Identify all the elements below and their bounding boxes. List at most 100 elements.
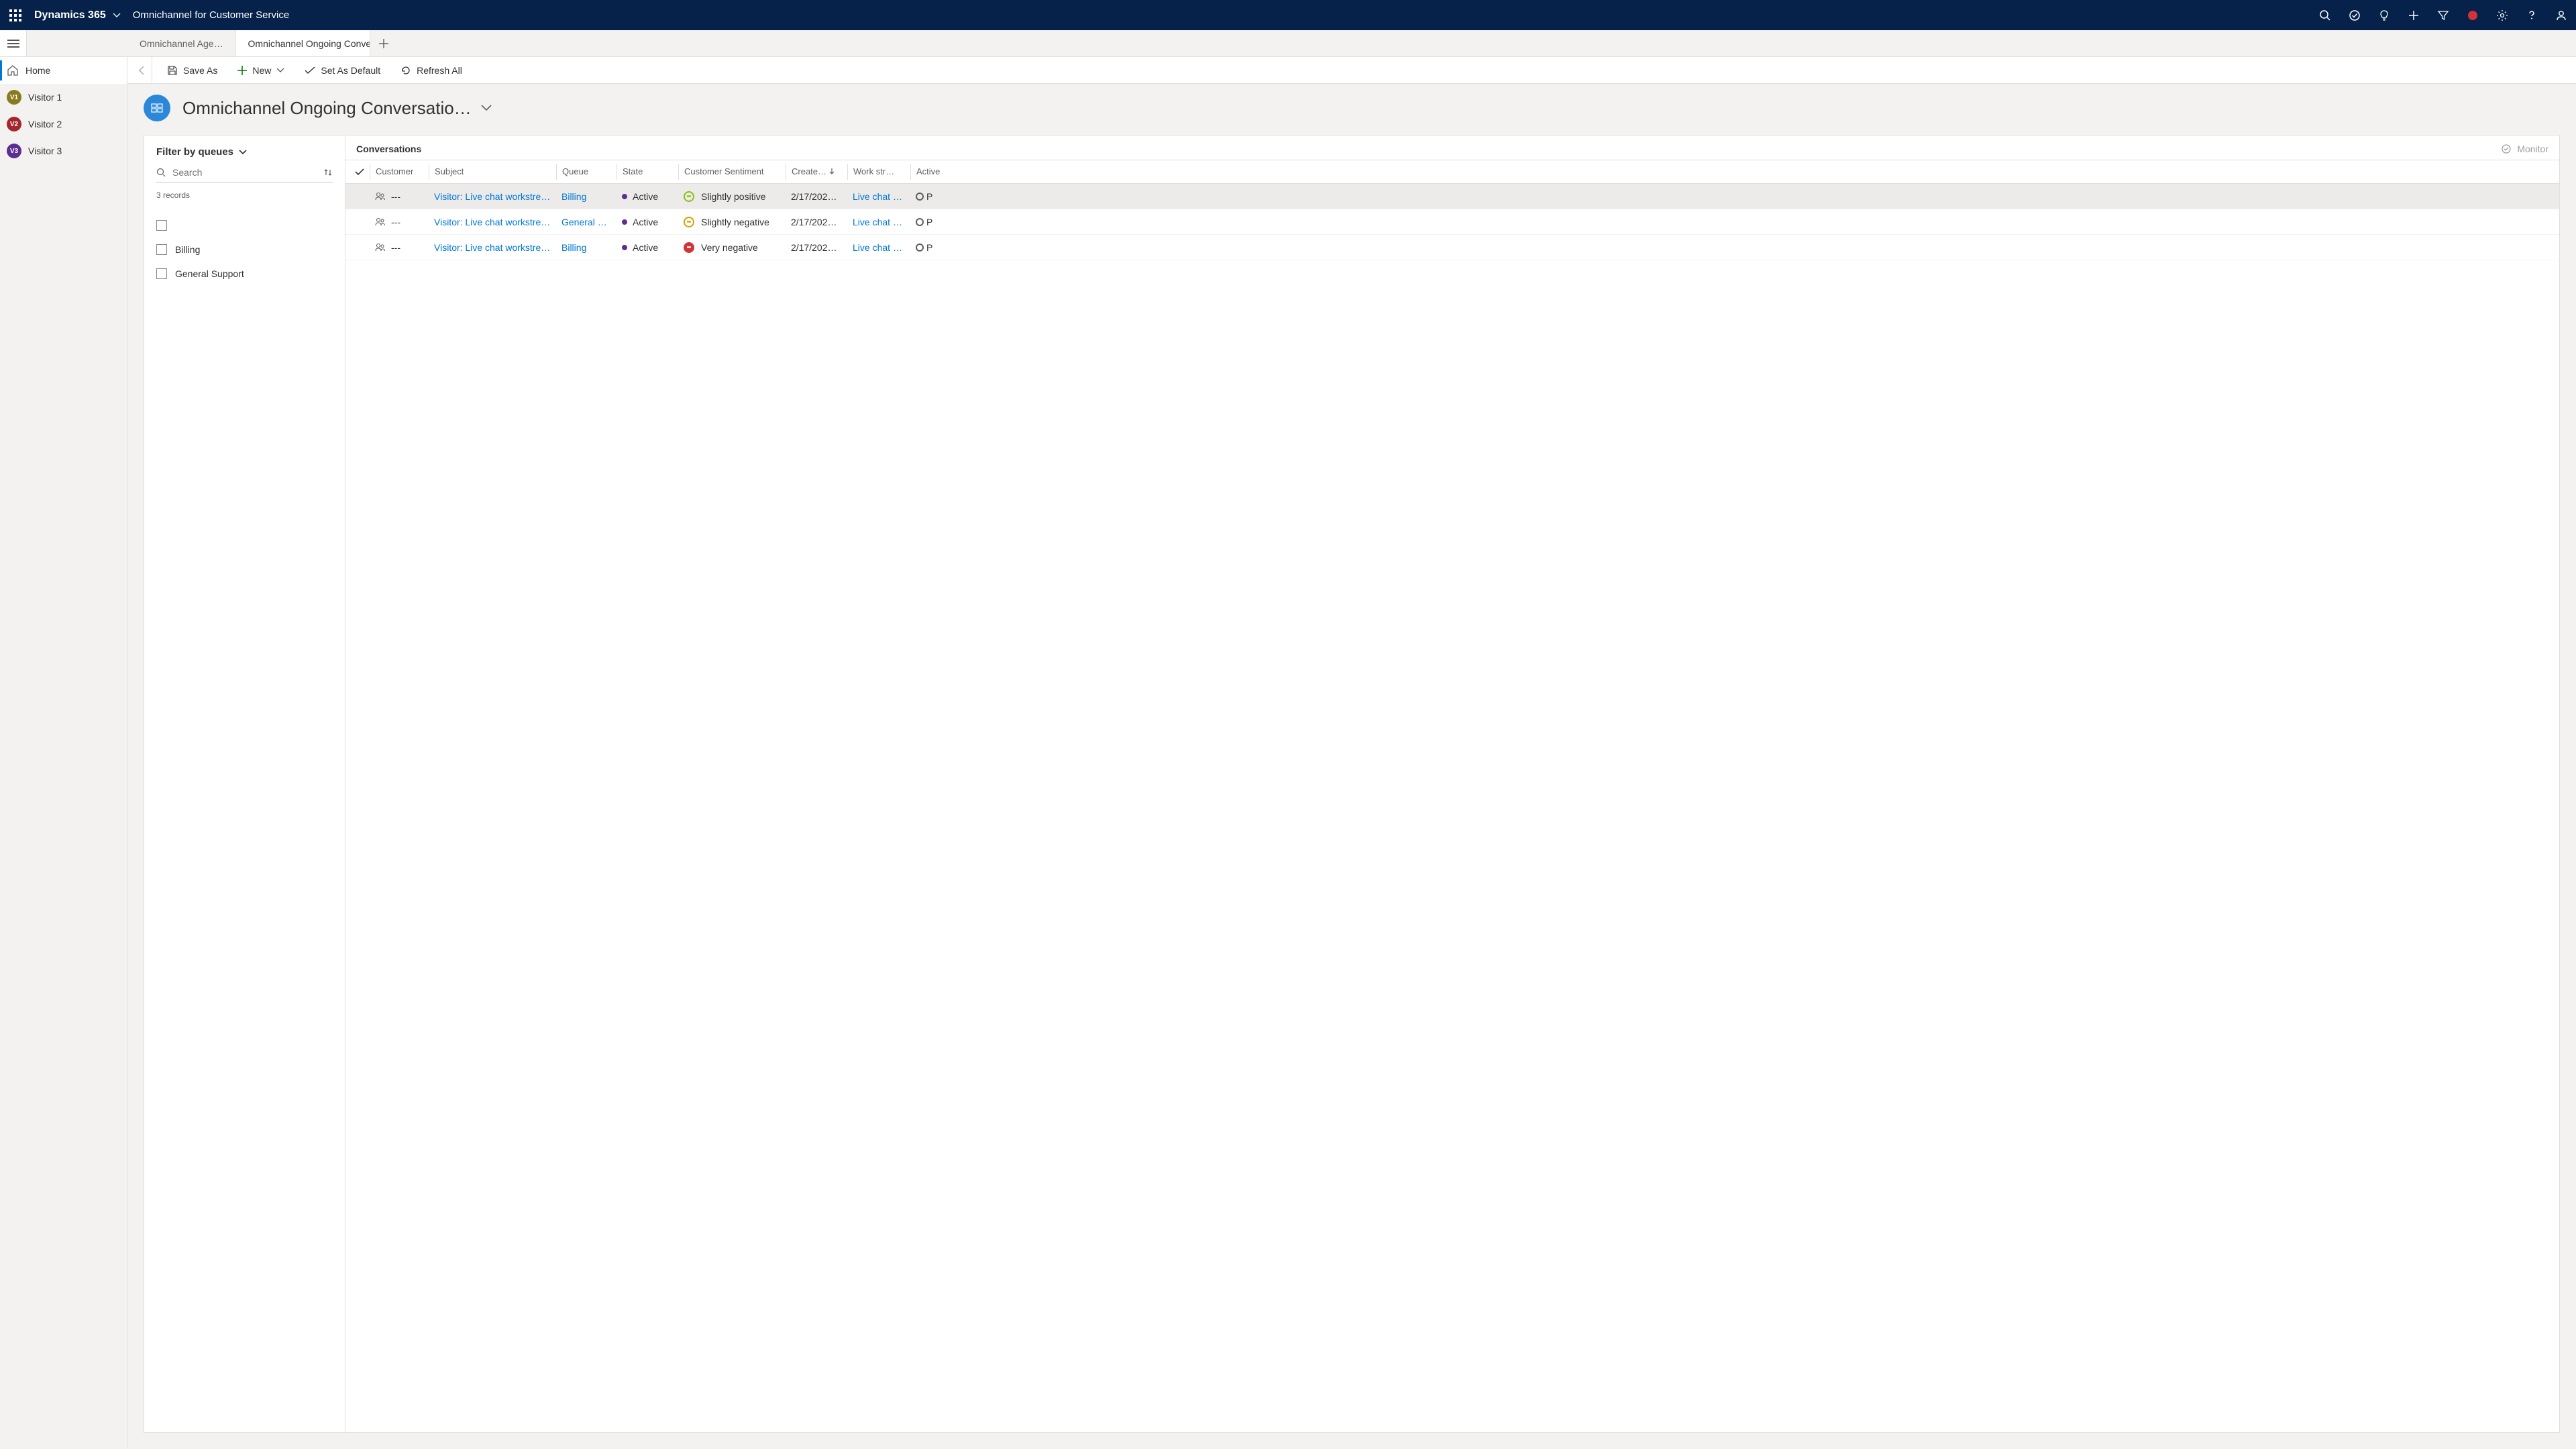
people-icon — [375, 242, 386, 253]
rail-visitor-2-label: Visitor 2 — [28, 119, 62, 129]
table-row[interactable]: --- Visitor: Live chat workstream Billin… — [345, 235, 2559, 260]
cell-queue-link[interactable]: Billing — [556, 191, 616, 202]
rail-home-label: Home — [25, 65, 50, 76]
back-button[interactable] — [134, 57, 150, 83]
cell-subject-link[interactable]: Visitor: Live chat workstream — [429, 217, 556, 227]
col-customer[interactable]: Customer — [370, 164, 429, 180]
col-queue[interactable]: Queue — [556, 164, 616, 180]
col-workstream[interactable]: Work str… — [847, 164, 910, 180]
queue-filter-all[interactable] — [156, 213, 333, 237]
cell-sentiment-value: Slightly negative — [701, 217, 769, 227]
refresh-icon — [400, 65, 411, 76]
people-icon — [375, 191, 386, 202]
sentiment-face-icon — [684, 217, 694, 227]
cell-sentiment: Very negative — [678, 242, 786, 253]
home-icon — [7, 64, 19, 76]
app-name-label: Omnichannel for Customer Service — [133, 9, 289, 21]
filter-title-row[interactable]: Filter by queues — [156, 146, 333, 158]
refresh-all-button[interactable]: Refresh All — [392, 57, 470, 83]
state-dot-icon — [622, 219, 627, 225]
search-icon[interactable] — [2310, 0, 2340, 30]
avatar-v2: V2 — [7, 117, 21, 131]
checkbox[interactable] — [156, 244, 167, 255]
rail-visitor-3-label: Visitor 3 — [28, 146, 62, 156]
cell-queue-link[interactable]: Billing — [556, 242, 616, 253]
search-icon — [156, 168, 166, 177]
col-subject[interactable]: Subject — [429, 164, 556, 180]
tab-ongoing-conversations[interactable]: Omnichannel Ongoing Conve… — [236, 30, 370, 56]
cell-sentiment-value: Very negative — [701, 242, 758, 253]
rail-visitor-1[interactable]: V1 Visitor 1 — [0, 84, 127, 111]
settings-gear-icon[interactable] — [2487, 0, 2517, 30]
task-checkmark-icon[interactable] — [2340, 0, 2369, 30]
cell-workstream-link[interactable]: Live chat works — [847, 242, 910, 253]
cell-queue-link[interactable]: General Suppo — [556, 217, 616, 227]
col-created[interactable]: Create… — [786, 164, 847, 180]
new-button[interactable]: New — [229, 57, 292, 83]
session-tabs-row: Omnichannel Age… Omnichannel Ongoing Con… — [0, 30, 2576, 57]
brand-chevron-icon[interactable] — [113, 13, 121, 18]
cell-subject-link[interactable]: Visitor: Live chat workstream — [429, 242, 556, 253]
avatar-v1: V1 — [7, 90, 21, 105]
rail-home[interactable]: Home — [0, 57, 127, 84]
refresh-all-label: Refresh All — [417, 65, 462, 76]
sidebar-toggle-button[interactable] — [0, 30, 27, 56]
sort-toggle-icon[interactable] — [323, 168, 333, 177]
chevron-down-icon — [239, 150, 247, 155]
filter-funnel-icon[interactable] — [2428, 0, 2458, 30]
queue-filter-general-label: General Support — [175, 268, 244, 279]
cell-state-value: Active — [633, 191, 658, 202]
cell-active: P — [910, 242, 944, 253]
col-select-all[interactable] — [350, 164, 370, 180]
table-row[interactable]: --- Visitor: Live chat workstream Genera… — [345, 209, 2559, 235]
new-label: New — [252, 65, 271, 76]
queue-search-input[interactable] — [172, 167, 317, 178]
queue-filter-general[interactable]: General Support — [156, 262, 333, 286]
queue-filter-billing[interactable]: Billing — [156, 237, 333, 262]
cell-created: 2/17/2020… — [786, 242, 847, 253]
view-selector-chevron-icon[interactable] — [481, 105, 492, 111]
help-icon[interactable] — [2517, 0, 2546, 30]
page-title: Omnichannel Ongoing Conversatio… — [182, 98, 472, 119]
cell-subject-link[interactable]: Visitor: Live chat workstream — [429, 191, 556, 202]
checkmark-icon — [305, 66, 315, 74]
state-dot-icon — [622, 245, 627, 250]
account-person-icon[interactable] — [2546, 0, 2576, 30]
cell-sentiment-value: Slightly positive — [701, 191, 766, 202]
status-circle-icon — [916, 244, 924, 252]
queue-filter-billing-label: Billing — [175, 244, 200, 255]
lightbulb-icon[interactable] — [2369, 0, 2399, 30]
cell-workstream-link[interactable]: Live chat works — [847, 191, 910, 202]
cell-sentiment: Slightly positive — [678, 191, 786, 202]
grid-body[interactable]: --- Visitor: Live chat workstream Billin… — [345, 184, 2559, 1432]
status-circle-icon — [916, 193, 924, 201]
monitor-label: Monitor — [2517, 144, 2548, 154]
presence-indicator[interactable] — [2458, 0, 2487, 30]
save-as-button[interactable]: Save As — [159, 57, 225, 83]
col-active[interactable]: Active — [910, 164, 944, 180]
avatar-v3: V3 — [7, 144, 21, 158]
checkbox[interactable] — [156, 268, 167, 279]
rail-visitor-3[interactable]: V3 Visitor 3 — [0, 138, 127, 164]
grid-header-row: Customer Subject Queue State Customer Se… — [345, 160, 2559, 184]
monitor-button[interactable]: Monitor — [2501, 144, 2548, 154]
tab-omnichannel-agent[interactable]: Omnichannel Age… — [127, 30, 236, 56]
plus-icon[interactable] — [2399, 0, 2428, 30]
sentiment-face-icon — [684, 191, 694, 202]
tab-add-button[interactable] — [370, 30, 397, 56]
cell-workstream-link[interactable]: Live chat works — [847, 217, 910, 227]
conversations-grid: Conversations Monitor Customer Subject Q… — [345, 136, 2559, 1432]
col-state[interactable]: State — [616, 164, 678, 180]
app-launcher-icon[interactable] — [0, 0, 30, 30]
sort-desc-icon — [829, 168, 835, 175]
checkbox[interactable] — [156, 220, 167, 231]
col-sentiment[interactable]: Customer Sentiment — [678, 164, 786, 180]
cell-active: P — [910, 217, 944, 227]
status-circle-icon — [916, 218, 924, 226]
filter-title-label: Filter by queues — [156, 146, 233, 158]
rail-visitor-2[interactable]: V2 Visitor 2 — [0, 111, 127, 138]
set-default-button[interactable]: Set As Default — [297, 57, 388, 83]
table-row[interactable]: --- Visitor: Live chat workstream Billin… — [345, 184, 2559, 209]
brand-label[interactable]: Dynamics 365 — [34, 9, 106, 21]
monitor-icon — [2501, 144, 2512, 154]
